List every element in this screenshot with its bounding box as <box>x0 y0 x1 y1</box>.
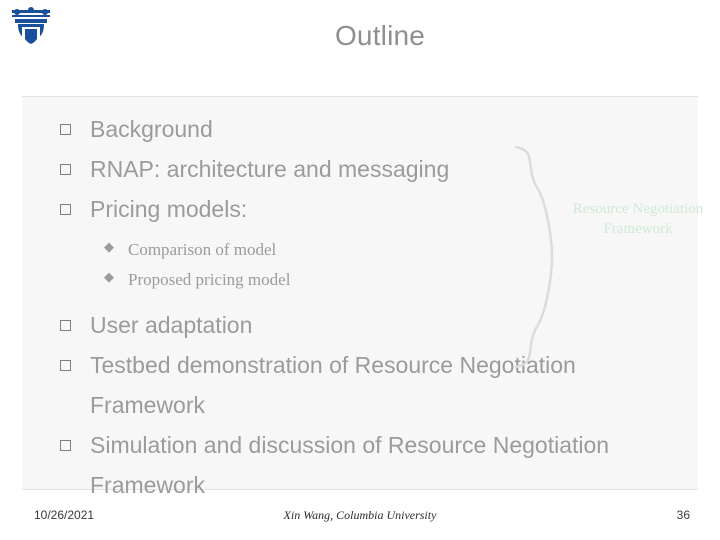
list-item-label: User adaptation <box>90 312 253 338</box>
sub-list-item: ◆ Comparison of model <box>104 240 277 259</box>
slide: Outline Background RNAP: architecture an… <box>0 0 720 540</box>
sub-list: ◆ Comparison of model ◆ Proposed pricing… <box>52 235 692 295</box>
list-item: User adaptation <box>52 305 692 345</box>
bullet-square-icon <box>60 320 71 331</box>
list-item-label: Background <box>90 116 213 142</box>
list-item: Background <box>52 109 692 149</box>
list-item-label: Testbed demonstration of Resource Negoti… <box>90 352 576 418</box>
bullet-square-icon <box>60 124 71 135</box>
callout-line-1: Resource Negotiation <box>572 201 704 217</box>
bullet-square-icon <box>60 164 71 175</box>
callout-text: Resource Negotiation Framework <box>534 199 720 239</box>
list-item: RNAP: architecture and messaging <box>52 149 692 189</box>
page-title: Outline <box>334 20 426 51</box>
footer-author: Xin Wang, Columbia University <box>283 508 437 522</box>
bullet-square-icon <box>60 204 71 215</box>
bullet-square-icon <box>60 360 71 371</box>
list-item: Simulation and discussion of Resource Ne… <box>52 425 692 505</box>
bullet-square-icon <box>60 440 71 451</box>
outline-list: Background RNAP: architecture and messag… <box>52 109 692 505</box>
list-item: Testbed demonstration of Resource Negoti… <box>52 345 692 425</box>
footer-page-number: 36 <box>676 508 690 522</box>
sub-list-item-label: Proposed pricing model <box>128 270 291 289</box>
columbia-crown-logo-icon <box>8 6 54 50</box>
list-item-label: RNAP: architecture and messaging <box>90 156 450 182</box>
sub-list-item: ◆ Proposed pricing model <box>104 270 291 289</box>
list-item-label: Simulation and discussion of Resource Ne… <box>90 432 610 498</box>
list-item-label: Pricing models: <box>90 196 248 222</box>
sub-list-item-label: Comparison of model <box>128 240 277 259</box>
content-panel: Background RNAP: architecture and messag… <box>22 96 703 498</box>
curly-brace-icon <box>512 145 556 369</box>
callout-line-2: Framework <box>603 221 673 237</box>
